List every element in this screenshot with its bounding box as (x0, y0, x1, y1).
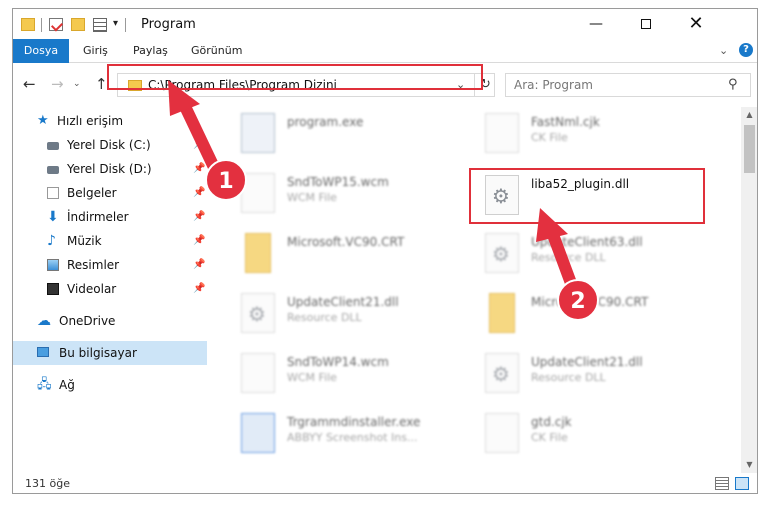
callout-number-2: 2 (570, 289, 585, 314)
callout-number-1: 1 (218, 169, 233, 194)
callout-overlay: 1 2 (168, 80, 599, 321)
callout-arrow-2: 2 (536, 208, 599, 321)
callout-arrow-1: 1 (168, 80, 247, 201)
